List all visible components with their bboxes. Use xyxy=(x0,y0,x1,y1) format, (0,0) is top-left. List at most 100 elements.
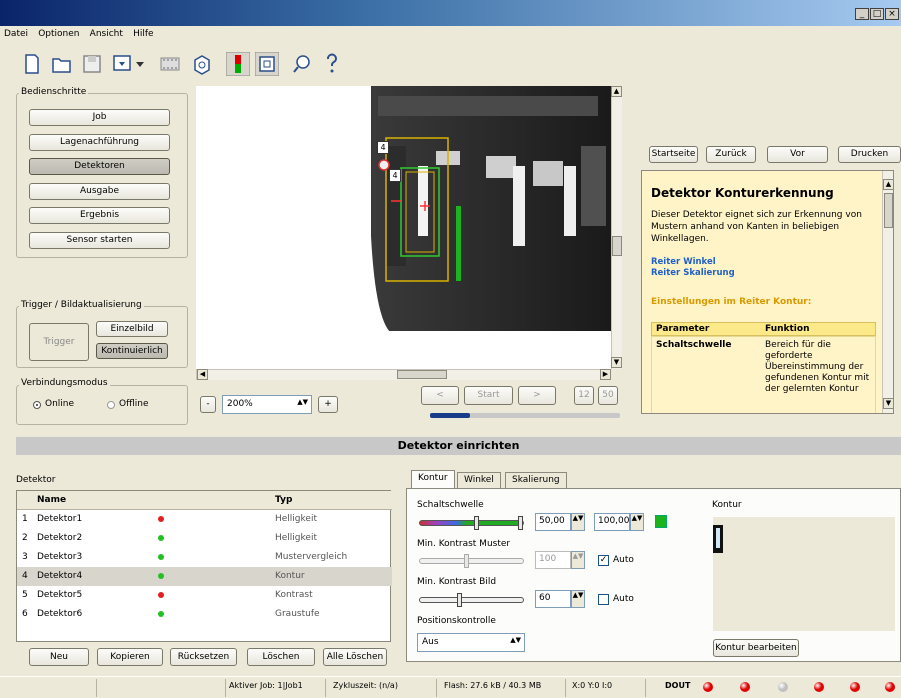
playback-slider[interactable] xyxy=(430,413,620,418)
kontinuierlich-button[interactable]: Kontinuierlich xyxy=(96,343,168,359)
detektoren-button[interactable]: Detektoren xyxy=(29,158,170,175)
next-image-button[interactable]: > xyxy=(518,386,556,405)
auto-checkbox-bild[interactable] xyxy=(598,594,609,605)
table-row-selected[interactable]: 4 Detektor4 Kontur xyxy=(17,567,392,586)
download-icon[interactable] xyxy=(110,52,134,76)
vor-button[interactable]: Vor xyxy=(767,146,828,163)
zoom-in-button[interactable]: + xyxy=(318,396,338,413)
detector-name: Detektor4 xyxy=(37,571,83,581)
schaltschwelle-slider[interactable] xyxy=(419,516,524,530)
loeschen-button[interactable]: Löschen xyxy=(247,648,315,666)
tab-skalierung[interactable]: Skalierung xyxy=(505,472,567,489)
ruecksetzen-button[interactable]: Rücksetzen xyxy=(170,648,237,666)
neu-button[interactable]: Neu xyxy=(29,648,89,666)
image-vscrollbar[interactable]: ▲ ▼ xyxy=(611,86,622,369)
job-button[interactable]: Job xyxy=(29,109,170,126)
kopieren-button[interactable]: Kopieren xyxy=(97,648,163,666)
scroll-up-icon[interactable]: ▲ xyxy=(611,86,622,97)
prev-image-button[interactable]: < xyxy=(421,386,459,405)
kontrast-bild-input[interactable]: 60 xyxy=(535,590,571,608)
image-hscrollbar[interactable]: ◀ ▶ xyxy=(196,369,611,380)
help-scroll-thumb[interactable] xyxy=(884,193,893,228)
search-icon[interactable] xyxy=(290,52,314,76)
menu-datei[interactable]: Datei xyxy=(0,26,31,39)
help-row-func: Bereich für die geforderte Übereinstimmu… xyxy=(765,340,870,394)
kontrast-bild-thumb[interactable] xyxy=(457,593,462,607)
help-scrollbar[interactable]: ▲ ▼ xyxy=(882,171,893,413)
scroll-right-icon[interactable]: ▶ xyxy=(600,369,611,380)
startseite-button[interactable]: Startseite xyxy=(649,146,698,163)
camera-icon[interactable] xyxy=(190,52,214,76)
close-button[interactable]: × xyxy=(885,8,899,20)
lagenachfuehrung-button[interactable]: Lagenachführung xyxy=(29,134,170,151)
table-row[interactable]: 2 Detektor2 Helligkeit xyxy=(17,529,392,548)
kontrast-muster-input[interactable]: 100 xyxy=(535,551,571,569)
col-name-header[interactable]: Name xyxy=(37,495,66,505)
table-row[interactable]: 6 Detektor6 Graustufe xyxy=(17,605,392,624)
scroll-thumb[interactable] xyxy=(612,236,622,256)
traffic-light-icon[interactable] xyxy=(226,52,250,76)
col-type-header[interactable]: Typ xyxy=(275,495,292,505)
auto-checkbox-muster[interactable]: ✓ xyxy=(598,555,609,566)
sensor-starten-button[interactable]: Sensor starten xyxy=(29,232,170,249)
kontur-bearbeiten-button[interactable]: Kontur bearbeiten xyxy=(713,639,799,657)
kontrast-muster-spinner[interactable]: ▲▼ xyxy=(571,551,585,569)
start-button[interactable]: Start xyxy=(464,386,513,405)
film-icon[interactable] xyxy=(158,52,182,76)
zoom-out-button[interactable]: - xyxy=(200,396,216,413)
alle-loeschen-button[interactable]: Alle Löschen xyxy=(323,648,387,666)
status-indicator-icon xyxy=(655,515,667,528)
scroll-down-icon[interactable]: ▼ xyxy=(611,357,622,368)
hscroll-thumb[interactable] xyxy=(397,370,447,379)
menu-ansicht[interactable]: Ansicht xyxy=(86,26,126,39)
playback-value-2[interactable]: 50 xyxy=(598,386,618,405)
table-row[interactable]: 1 Detektor1 Helligkeit xyxy=(17,510,392,529)
row-number: 3 xyxy=(22,552,28,562)
ausgabe-button[interactable]: Ausgabe xyxy=(29,183,170,200)
schaltschwelle-min-spinner[interactable]: ▲▼ xyxy=(571,513,585,531)
toolbar xyxy=(0,44,901,84)
menu-optionen[interactable]: Optionen xyxy=(34,26,82,39)
save-icon[interactable] xyxy=(80,52,104,76)
online-radio[interactable] xyxy=(33,401,41,409)
open-icon[interactable] xyxy=(50,52,74,76)
kontrast-bild-spinner[interactable]: ▲▼ xyxy=(571,590,585,608)
scroll-left-icon[interactable]: ◀ xyxy=(197,369,208,380)
tab-winkel[interactable]: Winkel xyxy=(457,472,501,489)
status-flash: Flash: 27.6 kB / 40.3 MB xyxy=(444,681,542,690)
schaltschwelle-max-thumb[interactable] xyxy=(518,516,523,530)
einzelbild-button[interactable]: Einzelbild xyxy=(96,321,168,337)
dropdown-arrow-icon[interactable] xyxy=(134,52,146,76)
schaltschwelle-max-input[interactable]: 100,00 xyxy=(594,513,630,531)
offline-radio[interactable] xyxy=(107,401,115,409)
menu-hilfe[interactable]: Hilfe xyxy=(129,26,156,39)
drucken-button[interactable]: Drucken xyxy=(838,146,901,163)
schaltschwelle-min-thumb[interactable] xyxy=(474,516,479,530)
help-scroll-down-icon[interactable]: ▼ xyxy=(883,398,893,409)
link-winkel[interactable]: Reiter Winkel xyxy=(651,257,716,267)
table-row[interactable]: 3 Detektor3 Mustervergleich xyxy=(17,548,392,567)
help-scroll-up-icon[interactable]: ▲ xyxy=(883,179,893,190)
schaltschwelle-max-spinner[interactable]: ▲▼ xyxy=(630,513,644,531)
help-icon[interactable] xyxy=(320,52,344,76)
tab-kontur[interactable]: Kontur xyxy=(411,470,455,489)
kontrast-muster-slider[interactable] xyxy=(419,554,524,568)
positionskontrolle-select[interactable]: Aus ▲▼ xyxy=(417,633,525,652)
zoom-select[interactable]: 200% ▲▼ xyxy=(222,395,312,414)
trigger-button[interactable]: Trigger xyxy=(29,323,89,361)
schaltschwelle-min-input[interactable]: 50,00 xyxy=(535,513,571,531)
playback-value-1[interactable]: 12 xyxy=(574,386,594,405)
table-row[interactable]: 5 Detektor5 Kontrast xyxy=(17,586,392,605)
camera-image[interactable]: 4 4 xyxy=(196,86,611,369)
link-skalierung[interactable]: Reiter Skalierung xyxy=(651,268,735,278)
kontur-preview-label: Kontur xyxy=(712,500,742,510)
view-icon[interactable] xyxy=(255,52,279,76)
offline-label: Offline xyxy=(119,399,149,409)
new-icon[interactable] xyxy=(20,52,44,76)
zurueck-button[interactable]: Zurück xyxy=(706,146,756,163)
kontrast-bild-slider[interactable] xyxy=(419,593,524,607)
ergebnis-button[interactable]: Ergebnis xyxy=(29,207,170,224)
maximize-button[interactable]: □ xyxy=(870,8,884,20)
minimize-button[interactable]: _ xyxy=(855,8,869,20)
kontrast-muster-thumb[interactable] xyxy=(464,554,469,568)
